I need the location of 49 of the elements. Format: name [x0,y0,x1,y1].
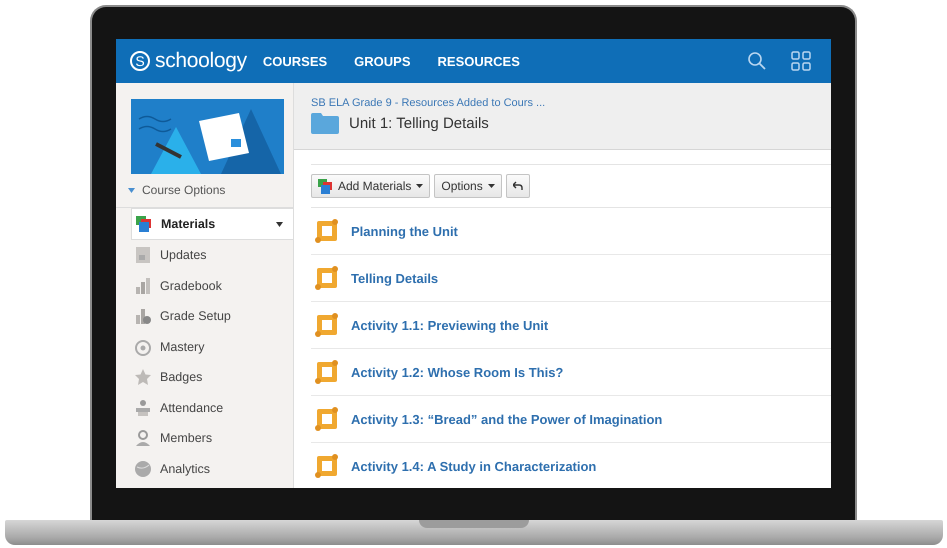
person-desk-icon [134,398,152,417]
sidebar-item[interactable]: Gradebook [116,270,293,301]
caret-icon [488,184,495,188]
target-icon [134,338,152,356]
caret-icon [128,188,135,192]
undo-button[interactable] [506,174,530,198]
add-materials-button[interactable]: Add Materials [311,174,430,198]
course-options-link[interactable]: Course Options [142,183,226,197]
grid-icon[interactable] [791,51,811,71]
nav-link[interactable]: GROUPS [354,54,411,68]
breadcrumb-link[interactable]: SB ELA Grade 9 - Resources Added to Cours ... [311,97,815,109]
material-link[interactable]: Activity 1.3: “Bread” and the Power of Imagination [351,412,662,426]
nav-link[interactable]: RESOURCES [438,54,520,68]
logo-text[interactable]: schoology [155,49,247,73]
folder-frame-icon [315,453,339,479]
bar-chart-icon [134,276,152,295]
logo-mark[interactable]: S [130,51,150,71]
folder-frame-icon [315,359,339,385]
materials-icon [318,178,333,194]
undo-icon [512,181,523,191]
folder-frame-icon [315,312,339,338]
caret-icon [416,184,424,188]
sidebar-item[interactable]: Grade Setup [116,301,293,332]
globe-icon [134,460,152,478]
folder-title: Unit 1: Telling Details [349,115,489,132]
search-icon[interactable] [747,51,767,71]
options-button[interactable]: Options [434,174,502,198]
star-icon [134,368,152,386]
document-icon [134,246,152,264]
sidebar-item[interactable]: Members [116,423,293,454]
material-link[interactable]: Telling Details [351,270,438,286]
folder-frame-icon [315,406,339,432]
folder-frame-icon [315,218,339,244]
materials-icon [135,215,153,233]
folder-frame-icon [315,265,339,291]
person-icon [134,429,152,448]
sidebar-item[interactable]: Analytics [116,454,293,484]
sidebar-item[interactable]: Materials [131,208,293,240]
nav-link[interactable]: COURSES [262,54,328,68]
sidebar-item[interactable]: Attendance [116,392,293,423]
material-link[interactable]: Activity 1.2: Whose Room Is This? [351,364,564,380]
material-link[interactable]: Planning the Unit [351,224,458,238]
sidebar-item[interactable]: Badges [116,362,293,392]
sidebar-item[interactable]: Mastery [116,332,293,362]
material-link[interactable]: Activity 1.1: Previewing the Unit [351,318,548,332]
material-link[interactable]: Activity 1.4: A Study in Characterization [351,458,596,474]
caret-icon[interactable] [276,222,283,226]
folder-icon [311,113,339,134]
sidebar-item[interactable]: Updates [116,240,293,270]
